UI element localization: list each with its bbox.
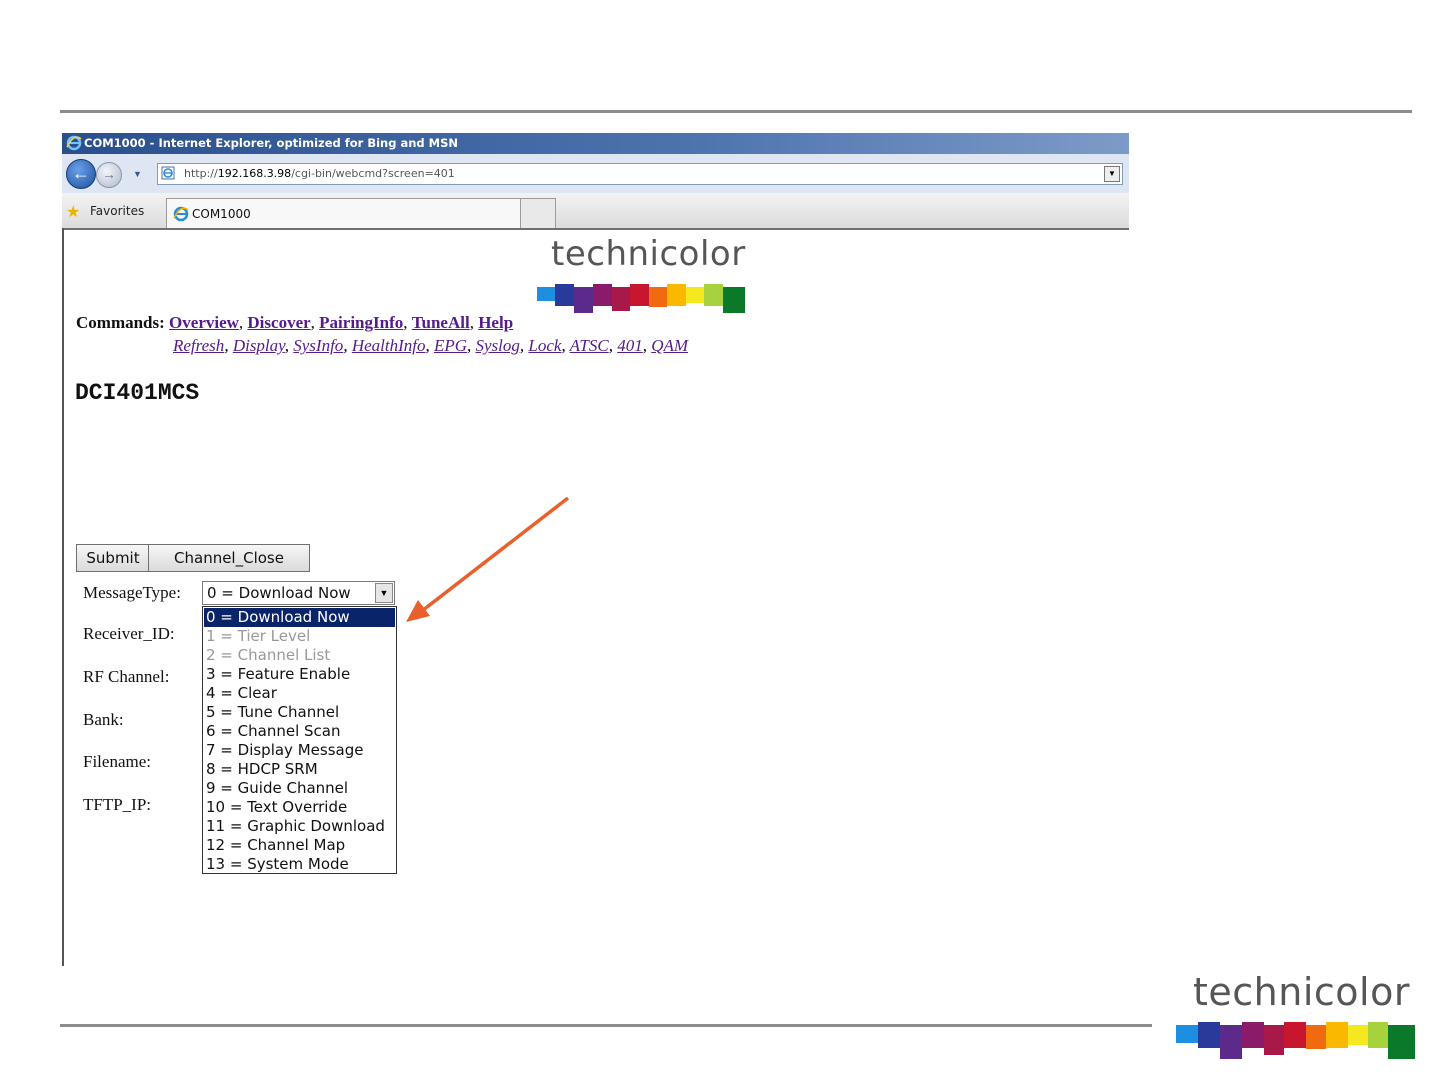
window-title: COM1000 - Internet Explorer, optimized f… [84,136,459,150]
address-dropdown-icon[interactable]: ▼ [1104,166,1120,182]
annotation-arrow-icon [406,496,570,622]
footer-logo-text: technicolor [1193,970,1410,1014]
commands-label: Commands: [76,313,165,332]
option-text-override[interactable]: 10 = Text Override [204,798,395,817]
option-guide-channel[interactable]: 9 = Guide Channel [204,779,395,798]
option-channel-map[interactable]: 12 = Channel Map [204,836,395,855]
favorites-star-icon[interactable]: ★ [66,202,80,222]
favorites-bar: ★ Favorites COM1000 [62,193,1129,230]
bottom-divider [60,1024,1152,1027]
cmd-atsc-link[interactable]: ATSC [570,336,609,355]
bank-label: Bank: [83,710,124,729]
cmd-qam-link[interactable]: QAM [651,336,688,355]
navigation-bar: ← → ▼ http://192.168.3.98/cgi-bin/webcmd… [62,154,1129,193]
commands-row-primary: Commands: Overview, Discover, PairingInf… [76,313,514,332]
page-title: DCI401MCS [75,380,200,406]
page-logo-bars-icon [537,284,745,313]
option-channel-scan[interactable]: 6 = Channel Scan [204,722,395,741]
back-arrow-icon[interactable]: ← [66,159,96,189]
new-tab-button[interactable] [520,198,556,228]
ie-logo-icon [66,135,82,151]
rf-channel-label: RF Channel: [83,667,170,686]
option-graphic-download[interactable]: 11 = Graphic Download [204,817,395,836]
window-left-border [62,228,64,966]
option-tune-channel[interactable]: 5 = Tune Channel [204,703,395,722]
filename-label: Filename: [83,752,151,771]
cmd-help-link[interactable]: Help [478,313,513,332]
commands-row-secondary: Refresh, Display, SysInfo, HealthInfo, E… [173,336,689,355]
footer-logo-bars-icon [1176,1022,1415,1059]
page-icon [161,166,175,180]
message-type-select[interactable]: 0 = Download Now ▼ [202,581,395,605]
cmd-overview-link[interactable]: Overview [169,313,239,332]
history-dropdown-icon[interactable]: ▼ [133,169,142,179]
cmd-discover-link[interactable]: Discover [247,313,310,332]
cmd-401-link[interactable]: 401 [617,336,643,355]
option-channel-list[interactable]: 2 = Channel List [204,646,395,665]
channel-close-button[interactable]: Channel_Close [148,544,310,572]
receiver-id-label: Receiver_ID: [83,624,175,643]
forward-arrow-icon[interactable]: → [96,162,122,188]
browser-tab[interactable]: COM1000 [166,198,521,228]
cmd-refresh-link[interactable]: Refresh [173,336,224,355]
select-dropdown-icon[interactable]: ▼ [375,583,393,603]
address-url: http://192.168.3.98/cgi-bin/webcmd?scree… [184,167,455,180]
favorites-button[interactable]: Favorites [90,204,144,218]
title-bar: COM1000 - Internet Explorer, optimized f… [62,133,1129,154]
tftp-ip-label: TFTP_IP: [83,795,152,814]
cmd-syslog-link[interactable]: Syslog [476,336,520,355]
option-system-mode[interactable]: 13 = System Mode [204,855,395,874]
option-clear[interactable]: 4 = Clear [204,684,395,703]
tab-label: COM1000 [192,207,251,221]
tab-ie-icon [173,206,189,222]
option-feature-enable[interactable]: 3 = Feature Enable [204,665,395,684]
message-type-options-list: 0 = Download Now 1 = Tier Level 2 = Chan… [202,606,397,874]
cmd-display-link[interactable]: Display [233,336,285,355]
top-divider [60,110,1412,113]
option-download-now[interactable]: 0 = Download Now [204,608,395,627]
cmd-healthinfo-link[interactable]: HealthInfo [352,336,426,355]
option-tier-level[interactable]: 1 = Tier Level [204,627,395,646]
option-hdcp-srm[interactable]: 8 = HDCP SRM [204,760,395,779]
cmd-epg-link[interactable]: EPG [434,336,467,355]
cmd-tuneall-link[interactable]: TuneAll [412,313,470,332]
cmd-pairinginfo-link[interactable]: PairingInfo [319,313,403,332]
cmd-sysinfo-link[interactable]: SysInfo [293,336,343,355]
address-bar[interactable]: http://192.168.3.98/cgi-bin/webcmd?scree… [157,163,1123,185]
submit-button[interactable]: Submit [76,544,150,572]
cmd-lock-link[interactable]: Lock [528,336,561,355]
message-type-selected-value: 0 = Download Now [207,584,351,602]
page-logo-text: technicolor [551,234,746,274]
option-display-message[interactable]: 7 = Display Message [204,741,395,760]
message-type-label: MessageType: [83,583,181,602]
